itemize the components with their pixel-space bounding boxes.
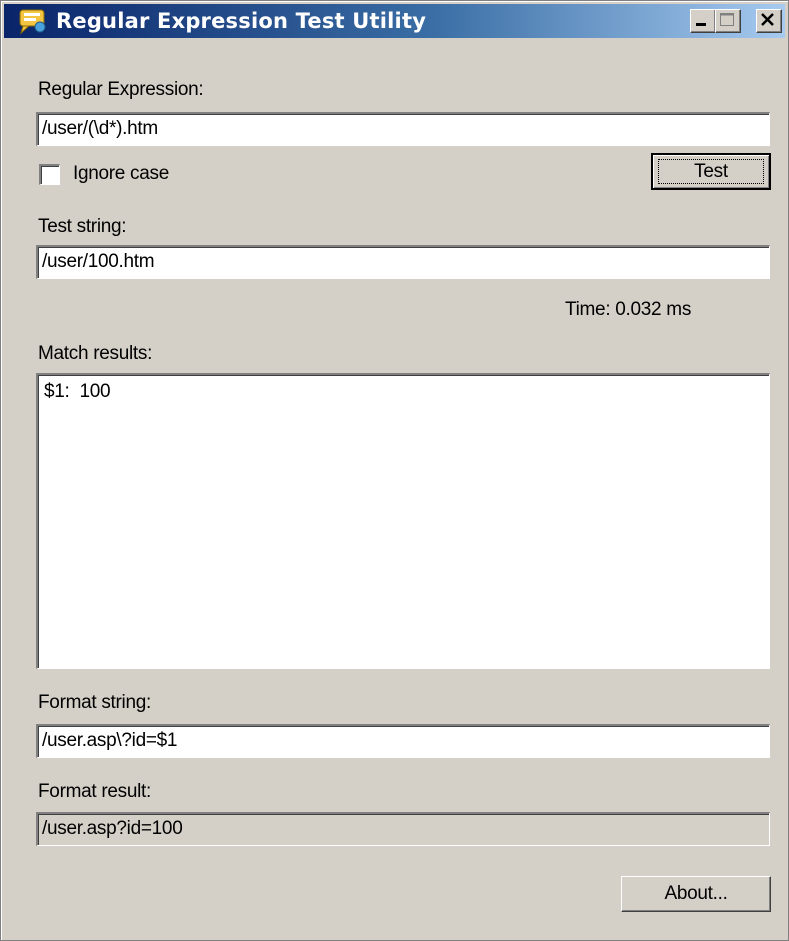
ignore-case-label[interactable]: Ignore case — [73, 163, 169, 185]
test-button[interactable]: Test — [651, 153, 771, 190]
ignore-case-checkbox[interactable] — [39, 164, 60, 185]
regex-input[interactable]: /user/(\d*).htm — [36, 112, 770, 146]
format-string-label: Format string: — [38, 692, 151, 713]
about-button[interactable]: About... — [621, 876, 771, 912]
window-title: Regular Expression Test Utility — [56, 9, 427, 33]
close-button[interactable] — [756, 9, 782, 33]
app-window: Regular Expression Test Utility Regular … — [0, 0, 789, 941]
regex-label: Regular Expression: — [38, 79, 204, 100]
test-string-label: Test string: — [38, 216, 127, 237]
format-result-label: Format result: — [38, 781, 151, 802]
title-bar[interactable]: Regular Expression Test Utility — [4, 4, 785, 38]
elapsed-time: Time: 0.032 ms — [565, 299, 692, 320]
maximize-icon — [720, 13, 734, 26]
format-result-output: /user.asp?id=100 — [36, 812, 770, 846]
match-results-label: Match results: — [38, 343, 153, 364]
maximize-button[interactable] — [715, 9, 741, 33]
minimize-icon — [696, 23, 706, 26]
test-string-input[interactable]: /user/100.htm — [36, 245, 770, 279]
close-icon — [761, 13, 774, 26]
regex-app-icon — [19, 9, 46, 35]
test-button-label: Test — [694, 161, 728, 182]
minimize-button[interactable] — [690, 9, 716, 33]
about-button-label: About... — [664, 883, 728, 904]
format-string-input[interactable]: /user.asp\?id=$1 — [36, 724, 770, 758]
match-results-textarea[interactable]: $1: 100 — [36, 373, 770, 669]
